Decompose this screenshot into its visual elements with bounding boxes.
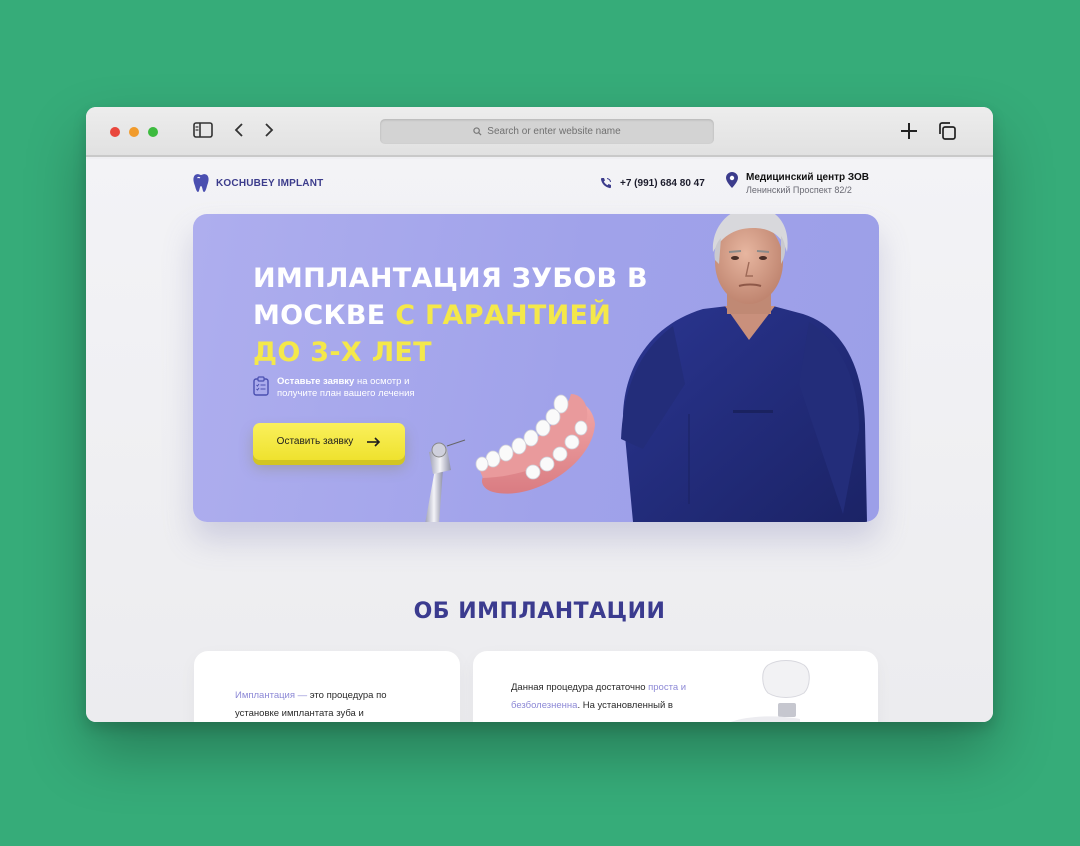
hero-banner: ИМПЛАНТАЦИЯ ЗУБОВ В МОСКВЕ С ГАРАНТИЕЙ Д… xyxy=(193,214,879,522)
browser-window: Search or enter website name KOCHUBEY IM… xyxy=(86,107,993,722)
phone-number: +7 (991) 684 80 47 xyxy=(620,177,705,189)
dentures-illustration xyxy=(425,394,595,522)
request-button[interactable]: Оставить заявку xyxy=(253,423,405,460)
about-card-1-accent: Имплантация — xyxy=(235,690,308,701)
clinic-street: Ленинский Проспект 82/2 xyxy=(746,185,852,195)
address-bar[interactable]: Search or enter website name xyxy=(380,119,714,144)
phone-icon xyxy=(600,178,611,189)
sidebar-icon[interactable] xyxy=(192,121,214,144)
clipboard-icon xyxy=(253,376,269,396)
browser-toolbar: Search or enter website name xyxy=(86,107,993,157)
about-card-1-text: Имплантация — это процедура по установке… xyxy=(235,687,425,722)
minimize-window-button[interactable] xyxy=(129,127,139,137)
site-logo[interactable]: KOCHUBEY IMPLANT xyxy=(192,173,323,193)
clinic-name: Медицинский центр ЗОВ xyxy=(746,172,870,183)
forward-icon[interactable] xyxy=(262,121,276,144)
about-card-1: Имплантация — это процедура по установке… xyxy=(194,651,460,722)
about-card-2-body-a: Данная процедура достаточно xyxy=(511,682,649,693)
request-button-label: Оставить заявку xyxy=(276,436,354,447)
close-window-button[interactable] xyxy=(110,127,120,137)
search-icon xyxy=(473,127,482,136)
new-tab-icon[interactable] xyxy=(899,121,919,146)
back-icon[interactable] xyxy=(232,121,246,144)
location-pin-icon xyxy=(726,172,738,188)
about-card-2-text: Данная процедура достаточно проста и без… xyxy=(511,679,701,715)
about-section-title: ОБ ИМПЛАНТАЦИИ xyxy=(413,599,666,624)
hero-title: ИМПЛАНТАЦИЯ ЗУБОВ В МОСКВЕ С ГАРАНТИЕЙ Д… xyxy=(253,260,653,371)
logo-text: KOCHUBEY IMPLANT xyxy=(216,177,324,189)
address-bar-placeholder: Search or enter website name xyxy=(487,126,621,137)
hero-note-bold: Оставьте заявку xyxy=(277,376,355,387)
clinic-address[interactable]: Медицинский центр ЗОВ Ленинский Проспект… xyxy=(726,172,869,195)
implant-illustration xyxy=(730,660,810,722)
arrow-right-icon xyxy=(367,436,381,447)
tabs-overview-icon[interactable] xyxy=(937,121,957,146)
doctor-photo xyxy=(621,214,867,522)
zoom-window-button[interactable] xyxy=(148,127,158,137)
about-card-2-body-b: . На установленный в xyxy=(577,700,673,711)
website-page: KOCHUBEY IMPLANT +7 (991) 684 80 47 Меди… xyxy=(86,159,993,722)
about-card-2: Данная процедура достаточно проста и без… xyxy=(473,651,878,722)
tooth-icon xyxy=(193,174,209,192)
phone-link[interactable]: +7 (991) 684 80 47 xyxy=(600,177,705,189)
